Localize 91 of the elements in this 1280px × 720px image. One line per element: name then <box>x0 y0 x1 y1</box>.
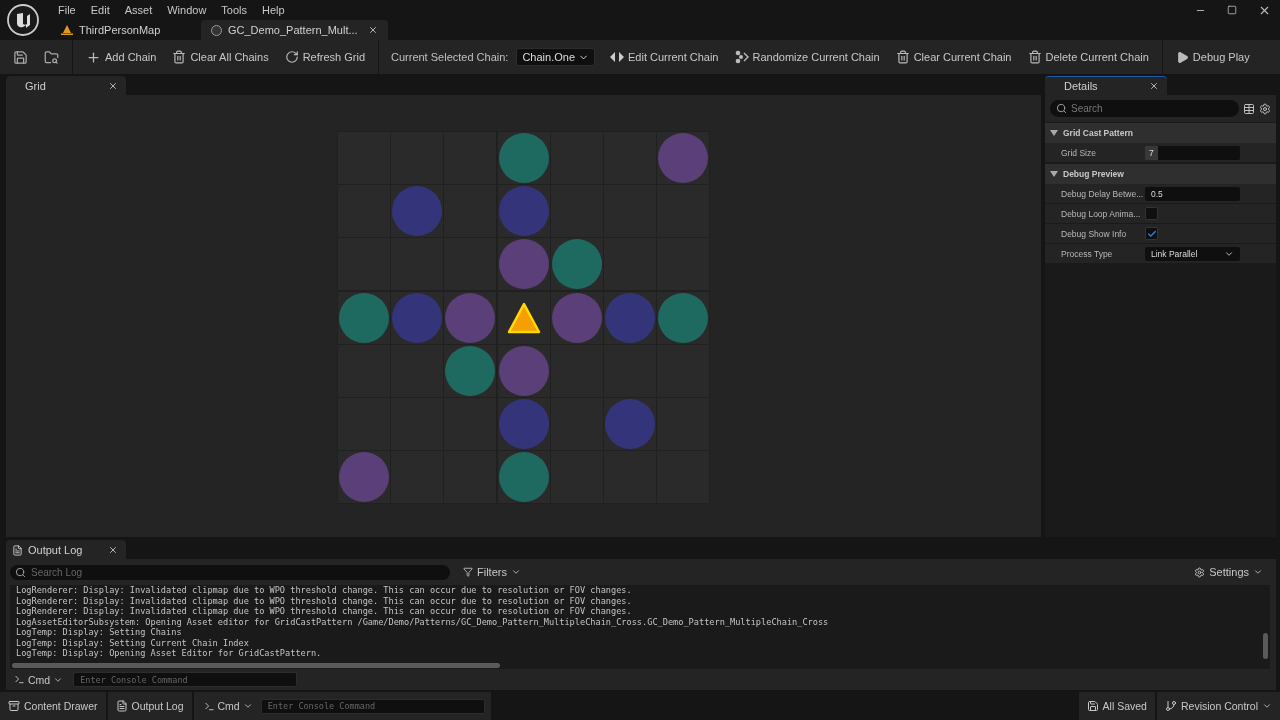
close-icon[interactable] <box>367 25 378 35</box>
terminal-icon <box>203 700 215 712</box>
toolbar-button[interactable]: Delete Current Chain <box>1020 46 1156 68</box>
tab-label: GC_Demo_Pattern_Mult... <box>228 24 358 36</box>
search-field[interactable]: Search <box>1050 100 1239 117</box>
number-field[interactable]: 7 <box>1145 145 1240 160</box>
save-icon <box>1086 700 1099 712</box>
toolbar-button[interactable]: Add Chain <box>79 45 164 69</box>
menu-item[interactable]: Asset <box>117 4 161 16</box>
scrollbar[interactable] <box>12 663 500 668</box>
expand-arrow-icon <box>1050 171 1058 177</box>
menu-item[interactable]: Tools <box>214 4 256 16</box>
property-label: Debug Show Info <box>1060 228 1128 239</box>
trash-icon <box>1027 50 1042 64</box>
cmd-button[interactable]: Cmd <box>199 700 257 712</box>
property-label: Grid Size <box>1060 147 1097 158</box>
caret-icon <box>1262 701 1272 711</box>
output-log-button[interactable]: Output Log <box>107 692 192 720</box>
search-icon <box>1056 103 1067 114</box>
section-header[interactable]: Debug Preview <box>1045 164 1276 184</box>
log-line: LogTemp: Display: Opening Asset Editor for GridCastPattern. <box>16 648 323 659</box>
play-icon <box>1175 50 1189 64</box>
asset-icon <box>211 24 222 36</box>
filter-icon <box>463 567 473 577</box>
checkbox[interactable] <box>1145 207 1158 220</box>
log-icon <box>115 700 128 712</box>
log-icon <box>12 544 23 556</box>
refresh-icon <box>284 50 299 64</box>
engine-logo[interactable] <box>7 4 39 36</box>
triangle-icon <box>506 301 541 334</box>
panel-tab[interactable]: Output Log <box>6 540 126 559</box>
menu-item[interactable]: Edit <box>83 4 118 16</box>
menu-item[interactable]: Window <box>160 4 215 16</box>
trash-icon <box>172 50 187 64</box>
log-line: LogTemp: Display: Setting Chains <box>16 627 183 638</box>
toolbar-button[interactable]: Randomize Current Chain <box>727 46 887 68</box>
number-field[interactable]: 0.5 <box>1145 186 1240 201</box>
settings-icon[interactable] <box>1259 102 1271 115</box>
caret-icon <box>1253 567 1263 577</box>
toolbar-button[interactable]: Clear Current Chain <box>888 46 1019 68</box>
diamond-arrows-icon <box>610 51 624 63</box>
property-label: Debug Delay Betwe... <box>1060 188 1145 199</box>
property-label: Debug Loop Anima... <box>1060 208 1142 219</box>
table-icon[interactable] <box>1243 102 1255 115</box>
panel-tab[interactable]: Details <box>1045 76 1167 95</box>
menu-item[interactable]: Help <box>255 4 293 16</box>
menu-item[interactable]: File <box>51 4 84 16</box>
scrollbar[interactable] <box>1263 633 1268 659</box>
close-icon[interactable] <box>108 545 118 555</box>
chain-label: Current Selected Chain: <box>390 51 509 63</box>
section-header[interactable]: Grid Cast Pattern <box>1045 123 1276 143</box>
panel-tab[interactable]: Grid <box>6 76 126 95</box>
document-tab[interactable]: GC_Demo_Pattern_Mult... <box>201 20 388 40</box>
property-label: Process Type <box>1060 248 1114 259</box>
dropdown[interactable]: Link Parallel <box>1145 246 1240 261</box>
drawer-icon <box>8 700 20 712</box>
dots-arrow-icon <box>734 50 749 64</box>
trash-icon <box>895 50 910 64</box>
chain-dropdown[interactable]: Chain.One <box>516 48 595 66</box>
cmd-button[interactable]: Cmd <box>10 673 68 686</box>
log-line: LogTemp: Display: Setting Current Chain Index <box>16 637 250 648</box>
toolbar-button[interactable]: Clear All Chains <box>165 46 276 68</box>
folder-search-icon <box>44 49 59 65</box>
all-saved-button[interactable]: All Saved <box>1078 692 1155 720</box>
log-line: LogRenderer: Display: Invalidated clipmap due to WPO threshold change. This can occur due to resolution or FOV changes. <box>16 585 633 596</box>
caret-icon <box>510 567 521 577</box>
branch-icon <box>1164 700 1177 712</box>
plus-icon <box>86 49 101 65</box>
filters-button[interactable]: Filters <box>456 562 528 582</box>
toolbar-button[interactable]: Edit Current Chain <box>603 47 726 67</box>
expand-arrow-icon <box>1050 130 1058 136</box>
content-drawer-button[interactable]: Content Drawer <box>0 692 106 720</box>
search-icon <box>15 566 26 578</box>
settings-button[interactable]: Settings <box>1187 562 1270 582</box>
tab-label: ThirdPersonMap <box>79 24 161 36</box>
save-icon <box>13 49 28 65</box>
log-line: LogRenderer: Display: Invalidated clipmap due to WPO threshold change. This can occur due to resolution or FOV changes. <box>16 595 633 606</box>
close-icon[interactable] <box>108 81 118 91</box>
debug-play-button[interactable]: Debug Play <box>1168 46 1257 68</box>
log-line: LogRenderer: Display: Invalidated clipmap due to WPO threshold change. This can occur due to resolution or FOV changes. <box>16 606 633 617</box>
document-tab[interactable]: ThirdPersonMap <box>51 20 201 40</box>
caret-icon <box>242 701 253 711</box>
revision-control-button[interactable]: Revision Control <box>1156 692 1280 720</box>
log-line: LogAssetEditorSubsystem: Opening Asset editor for GridCastPattern /Game/Demo/Patterns/GC_Demo_Pattern_MultipleChain_Cross.GC_Demo_Pattern_MultipleChain_Cross <box>16 616 830 627</box>
maximize-icon <box>1227 5 1237 15</box>
terminal-icon <box>14 674 25 685</box>
close-icon[interactable] <box>1149 81 1159 91</box>
level-icon <box>61 25 73 35</box>
settings-icon <box>1194 566 1206 578</box>
checkbox[interactable] <box>1145 227 1158 240</box>
toolbar-button[interactable]: Refresh Grid <box>277 46 372 68</box>
